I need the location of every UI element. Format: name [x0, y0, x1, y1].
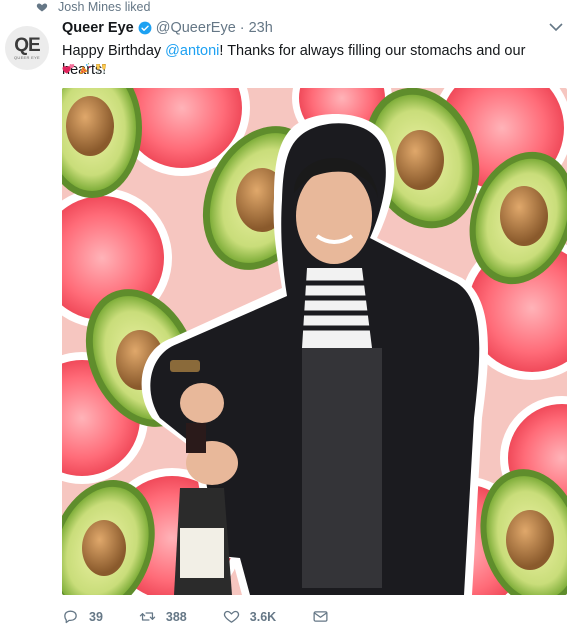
- retweet-button[interactable]: 388: [139, 608, 187, 625]
- reply-icon: [64, 610, 77, 624]
- author-name[interactable]: Queer Eye: [62, 20, 134, 36]
- tweet-header: Queer Eye @QueerEye · 23h: [62, 20, 273, 36]
- clinking-glasses-emoji: [96, 64, 106, 74]
- emoji-row: [62, 62, 108, 76]
- two-hearts-emoji: [62, 64, 75, 74]
- avatar-logo-subtext: QUEER EYE: [13, 54, 41, 60]
- like-count: 3.6K: [249, 609, 277, 624]
- social-context: Josh Mines liked: [36, 0, 150, 14]
- action-bar: 39 388 3.6K: [62, 608, 365, 625]
- like-button[interactable]: 3.6K: [223, 608, 276, 625]
- tweet-text: Happy Birthday @antoni! Thanks for alway…: [62, 42, 567, 80]
- verified-badge-icon: [138, 21, 152, 35]
- timestamp[interactable]: 23h: [249, 20, 273, 36]
- heart-outline-icon: [223, 610, 239, 623]
- retweet-count: 388: [165, 609, 187, 624]
- header-separator: ·: [239, 20, 245, 36]
- chevron-down-icon[interactable]: [549, 22, 563, 32]
- retweet-icon: [139, 612, 156, 621]
- reply-count: 39: [89, 609, 103, 624]
- tweet-text-start: Happy Birthday: [62, 43, 166, 59]
- heart-icon: [36, 3, 48, 12]
- reply-button[interactable]: 39: [62, 608, 103, 625]
- fruit-collage-image: [62, 88, 567, 595]
- author-handle[interactable]: @QueerEye: [156, 20, 236, 36]
- avatar-logo-text: QE: [14, 34, 40, 56]
- avatar[interactable]: QE QUEER EYE: [5, 26, 49, 70]
- party-popper-emoji: [79, 63, 91, 75]
- envelope-icon: [313, 611, 328, 622]
- direct-message-button[interactable]: [312, 608, 329, 625]
- mention-link[interactable]: @antoni: [165, 43, 219, 59]
- social-context-text[interactable]: Josh Mines liked: [58, 0, 150, 14]
- tweet-image[interactable]: [62, 88, 567, 595]
